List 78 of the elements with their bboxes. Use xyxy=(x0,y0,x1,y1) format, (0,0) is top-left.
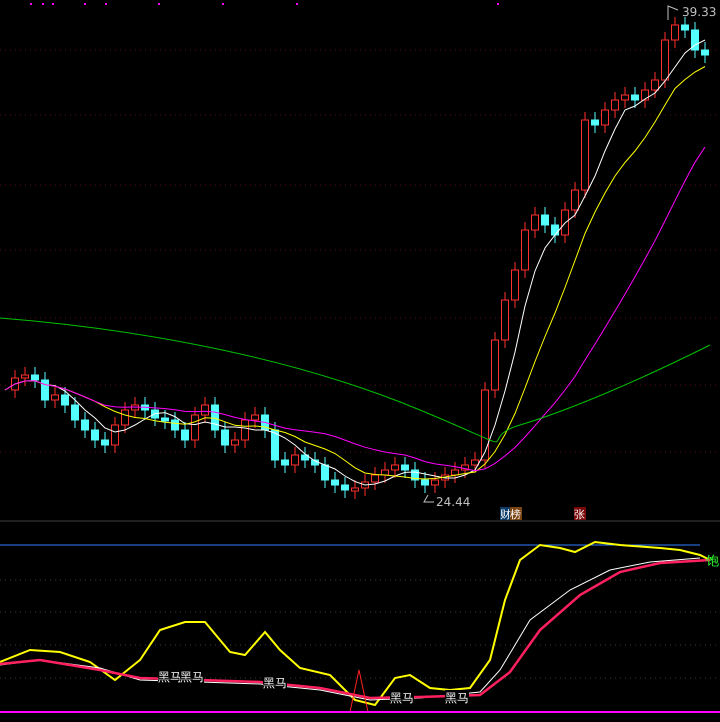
candlestick xyxy=(311,452,319,474)
candlestick xyxy=(461,456,469,478)
candlestick xyxy=(281,452,289,474)
candlestick xyxy=(601,102,609,134)
candlestick xyxy=(531,206,539,238)
candlestick xyxy=(141,396,149,418)
candlestick xyxy=(91,422,99,448)
candlestick xyxy=(411,462,419,488)
candlestick xyxy=(181,422,189,448)
candlestick xyxy=(561,202,569,244)
candlestick xyxy=(621,86,629,108)
candlestick xyxy=(11,370,19,398)
candlestick xyxy=(211,396,219,438)
candlestick xyxy=(291,446,299,474)
candlestick xyxy=(301,446,309,468)
candlestick xyxy=(501,292,509,348)
candlestick xyxy=(651,72,659,98)
candlestick xyxy=(231,432,239,454)
candlestick xyxy=(451,462,459,484)
candlestick xyxy=(511,262,519,308)
candlestick xyxy=(381,462,389,484)
signal-label: 黑马 xyxy=(445,690,469,705)
candlestick xyxy=(331,472,339,494)
candlestick xyxy=(161,410,169,430)
candlestick xyxy=(421,472,429,494)
candlestick xyxy=(401,456,409,478)
candlestick xyxy=(31,366,39,388)
candlestick xyxy=(471,452,479,474)
candlestick xyxy=(191,406,199,448)
spike-marker xyxy=(350,670,368,712)
candlestick xyxy=(431,472,439,494)
candlestick xyxy=(201,396,209,424)
candlestick xyxy=(641,82,649,108)
candlestick xyxy=(591,112,599,134)
candlestick xyxy=(611,92,619,118)
candlestick xyxy=(391,456,399,478)
candlestick xyxy=(571,182,579,218)
candlestick xyxy=(701,42,709,64)
candlestick xyxy=(671,16,679,48)
candlestick xyxy=(341,476,349,498)
candlestick xyxy=(681,16,689,38)
candlestick xyxy=(101,432,109,454)
candlestick xyxy=(551,216,559,244)
candlestick xyxy=(121,402,129,434)
signal-label: 黑马 xyxy=(390,690,414,705)
candlestick xyxy=(261,406,269,438)
candlestick xyxy=(131,396,139,418)
candlestick xyxy=(41,372,49,408)
candlestick xyxy=(491,332,499,398)
candlestick xyxy=(631,86,639,108)
candlestick xyxy=(351,480,359,500)
candlestick xyxy=(441,466,449,488)
candlestick xyxy=(661,32,669,88)
candlestick xyxy=(221,422,229,454)
candlestick xyxy=(51,386,59,408)
candlestick xyxy=(81,412,89,438)
high-price-label: 39.33 xyxy=(668,5,716,20)
candlestick xyxy=(151,402,159,426)
end-label: 饱 xyxy=(706,554,719,569)
signal-badge: 榜 xyxy=(510,507,522,521)
candlestick xyxy=(521,222,529,278)
signal-label: 黑马 xyxy=(263,675,287,690)
candlestick xyxy=(71,396,79,428)
candlestick xyxy=(111,416,119,454)
candlestick xyxy=(251,406,259,428)
candlestick xyxy=(241,412,249,448)
candlestick xyxy=(21,366,29,386)
candlestick xyxy=(691,22,699,58)
candlestick xyxy=(271,422,279,468)
candlestick xyxy=(171,412,179,438)
signal-label: 黑马 xyxy=(180,669,204,684)
candlestick xyxy=(321,456,329,488)
candlestick xyxy=(371,466,379,490)
candlestick xyxy=(61,386,69,414)
signal-badge: 张 xyxy=(574,507,586,521)
candlestick xyxy=(361,474,369,496)
candlestick xyxy=(541,206,549,234)
low-price-label: 24.44 xyxy=(423,494,470,509)
